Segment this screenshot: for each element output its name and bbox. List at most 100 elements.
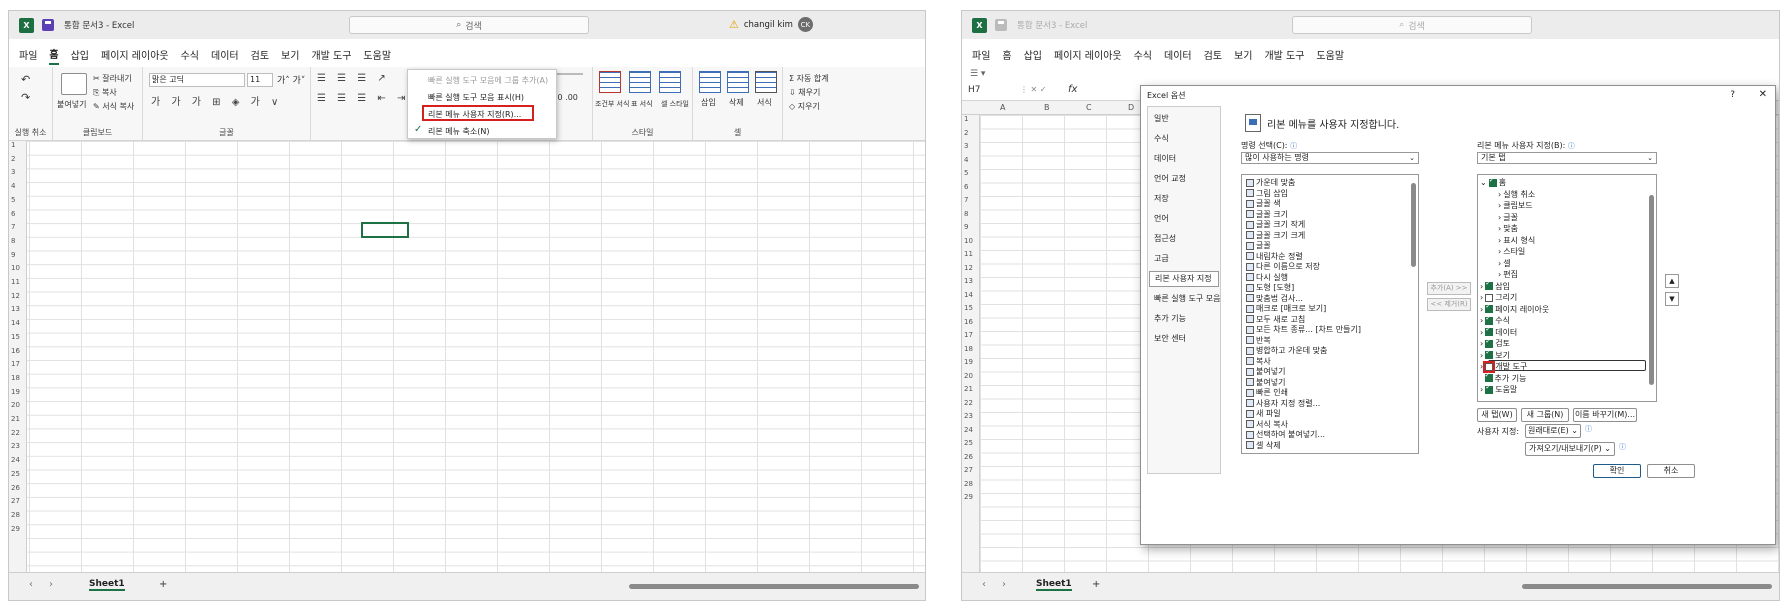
command-item[interactable]: 맞춤법 검사... bbox=[1246, 293, 1303, 304]
cancel-button[interactable]: 취소 bbox=[1647, 464, 1695, 478]
developer-checkbox[interactable] bbox=[1483, 360, 1496, 373]
new-group-button[interactable]: 새 그룹(N) bbox=[1521, 408, 1569, 422]
tab-tree-group[interactable]: › 셀 bbox=[1498, 258, 1511, 269]
align-bottom-icons[interactable]: ☰ ☰ ☰ ⇤ ⇥ bbox=[317, 93, 409, 104]
tab-tree-view[interactable]: ›보기 bbox=[1480, 348, 1510, 361]
help-button[interactable]: ? bbox=[1730, 90, 1735, 100]
tab-checkbox[interactable] bbox=[1488, 176, 1497, 187]
save-icon[interactable] bbox=[42, 19, 54, 31]
command-item[interactable]: 모든 차트 종류... [차트 만들기] bbox=[1246, 324, 1361, 335]
command-item[interactable]: 내림차순 정렬 bbox=[1246, 251, 1303, 262]
category-formulas[interactable]: 수식 bbox=[1154, 133, 1169, 144]
menu-formulas[interactable]: 수식 bbox=[1134, 45, 1152, 64]
tab-tree-help[interactable]: ›도움말 bbox=[1480, 383, 1517, 395]
sheet-tab-sheet1[interactable]: Sheet1 bbox=[89, 579, 125, 591]
selected-cell[interactable] bbox=[361, 222, 409, 238]
font-size-select[interactable]: 11 bbox=[247, 73, 273, 87]
format-cells-icon[interactable] bbox=[755, 71, 777, 93]
insert-cells-button[interactable]: 삽입 bbox=[701, 97, 716, 108]
paste-button[interactable]: 붙여넣기 bbox=[57, 99, 86, 110]
customize-ribbon-select[interactable]: 기본 탭 ⌄ bbox=[1477, 152, 1657, 164]
delete-cells-icon[interactable] bbox=[727, 71, 749, 93]
rename-button[interactable]: 이름 바꾸기(M)... bbox=[1573, 408, 1637, 422]
cell-style-icon[interactable] bbox=[659, 71, 681, 93]
menu-help[interactable]: 도움말 bbox=[363, 45, 391, 64]
ribbon-tabs-tree[interactable]: ⌄홈 › 실행 취소 › 클립보드 › 글꼴 › 맞춤 › 표시 형식 › 스타… bbox=[1477, 174, 1657, 402]
tab-tree-group[interactable]: › 맞춤 bbox=[1498, 223, 1518, 234]
autosum-button[interactable]: Σ 자동 합계 bbox=[789, 73, 829, 84]
close-icon[interactable]: ✕ bbox=[1759, 89, 1767, 100]
commands-scrollbar[interactable] bbox=[1411, 183, 1416, 267]
paste-icon[interactable] bbox=[61, 73, 87, 95]
column-header[interactable]: C bbox=[1086, 103, 1092, 112]
menu-view[interactable]: 보기 bbox=[281, 45, 299, 64]
command-item[interactable]: 다시 실행 bbox=[1246, 272, 1288, 283]
user-area[interactable]: ⚠ changil kim CK bbox=[729, 17, 813, 32]
column-header[interactable]: B bbox=[1044, 103, 1050, 112]
font-name-select[interactable]: 맑은 고딕 bbox=[149, 73, 245, 87]
context-menu-add-group[interactable]: 빠른 실행 도구 모음에 그룹 추가(A) bbox=[428, 75, 548, 86]
worksheet-grid[interactable]: 1 2 3 4 5 6 7 8 9 10 11 12 13 14 15 16 1… bbox=[9, 141, 925, 572]
command-item[interactable]: 모두 새로 고침 bbox=[1246, 314, 1305, 325]
align-top-icons[interactable]: ☰ ☰ ☰ ↗ bbox=[317, 73, 390, 84]
tab-checkbox[interactable] bbox=[1485, 279, 1494, 290]
command-item[interactable]: 붙여넣기 bbox=[1246, 377, 1285, 388]
font-format-icons[interactable]: 가 가 가 ⊞ ◈ 가 ∨ bbox=[151, 93, 282, 108]
menu-file[interactable]: 파일 bbox=[972, 45, 990, 64]
add-sheet-button[interactable]: + bbox=[159, 579, 167, 590]
remove-button[interactable]: << 제거(R) bbox=[1427, 298, 1471, 311]
command-item[interactable]: 병합하고 가운데 맞춤 bbox=[1246, 345, 1327, 356]
tab-tree-group[interactable]: › 실행 취소 bbox=[1498, 189, 1535, 200]
tab-tree-group[interactable]: › 표시 형식 bbox=[1498, 235, 1535, 246]
font-grow-icon[interactable]: 가˄ 가˅ bbox=[277, 73, 305, 86]
category-general[interactable]: 일반 bbox=[1154, 113, 1169, 124]
command-item[interactable]: 글꼴 크기 작게 bbox=[1246, 219, 1305, 230]
tab-checkbox[interactable] bbox=[1484, 371, 1493, 382]
conditional-format-icon[interactable] bbox=[599, 71, 621, 93]
commands-list[interactable]: 가운데 맞춤 그림 삽입 글꼴 색 글꼴 크기 글꼴 크기 작게 글꼴 크기 크… bbox=[1241, 174, 1419, 454]
category-data[interactable]: 데이터 bbox=[1154, 153, 1176, 164]
table-format-icon[interactable] bbox=[629, 71, 651, 93]
command-item[interactable]: 가운데 맞춤 bbox=[1246, 177, 1295, 188]
name-box[interactable]: H7 bbox=[968, 85, 981, 95]
decimal-icons[interactable]: .0 .00 bbox=[555, 93, 578, 102]
menu-view[interactable]: 보기 bbox=[1234, 45, 1252, 64]
tabs-scrollbar[interactable] bbox=[1649, 195, 1654, 385]
tab-tree-group[interactable]: › 편집 bbox=[1498, 269, 1518, 280]
command-item[interactable]: 새 파일 bbox=[1246, 408, 1281, 419]
category-addins[interactable]: 추가 기능 bbox=[1154, 313, 1186, 324]
search-box[interactable]: ⌕ 검색 bbox=[349, 16, 589, 34]
format-cells-button[interactable]: 서식 bbox=[757, 97, 772, 108]
delete-cells-button[interactable]: 삭제 bbox=[729, 97, 744, 108]
horizontal-scrollbar[interactable] bbox=[1522, 584, 1772, 589]
next-sheet-icon[interactable]: › bbox=[1002, 579, 1006, 590]
command-item[interactable]: 셀 삭제 bbox=[1246, 440, 1281, 451]
prev-sheet-icon[interactable]: ‹ bbox=[29, 579, 33, 590]
formula-controls-icon[interactable]: ⋮ ✕ ✓ bbox=[1020, 85, 1047, 94]
menu-review[interactable]: 검토 bbox=[1204, 45, 1222, 64]
tab-checkbox[interactable] bbox=[1485, 337, 1494, 348]
conditional-format-button[interactable]: 조건부 서식 bbox=[595, 99, 629, 109]
menu-review[interactable]: 검토 bbox=[251, 45, 269, 64]
search-box[interactable]: ⌕ 검색 bbox=[1292, 16, 1532, 34]
tab-checkbox[interactable] bbox=[1485, 325, 1494, 336]
choose-commands-select[interactable]: 많이 사용하는 명령 ⌄ bbox=[1241, 152, 1419, 164]
avatar[interactable]: CK bbox=[797, 17, 813, 32]
menu-insert[interactable]: 삽입 bbox=[1024, 45, 1042, 64]
category-proofing[interactable]: 언어 교정 bbox=[1154, 173, 1186, 184]
horizontal-scrollbar[interactable] bbox=[629, 584, 919, 589]
tab-tree-insert[interactable]: ›삽입 bbox=[1480, 279, 1510, 292]
command-item[interactable]: 붙여넣기 bbox=[1246, 366, 1285, 377]
cut-button[interactable]: ✂ 잘라내기 bbox=[93, 73, 132, 84]
category-quick-access[interactable]: 빠른 실행 도구 모음 bbox=[1154, 293, 1221, 304]
sheet-tab-sheet1[interactable]: Sheet1 bbox=[1036, 579, 1072, 591]
new-tab-button[interactable]: 새 탭(W) bbox=[1477, 408, 1517, 422]
table-format-button[interactable]: 표 서식 bbox=[631, 99, 653, 109]
command-item[interactable]: 도형 [도형] bbox=[1246, 282, 1294, 293]
menu-help[interactable]: 도움말 bbox=[1316, 45, 1344, 64]
prev-sheet-icon[interactable]: ‹ bbox=[982, 579, 986, 590]
format-painter-button[interactable]: ✎ 서식 복사 bbox=[93, 101, 134, 112]
column-header[interactable]: A bbox=[1000, 103, 1005, 112]
menu-page-layout[interactable]: 페이지 레이아웃 bbox=[101, 45, 169, 64]
tab-checkbox[interactable] bbox=[1485, 348, 1494, 359]
